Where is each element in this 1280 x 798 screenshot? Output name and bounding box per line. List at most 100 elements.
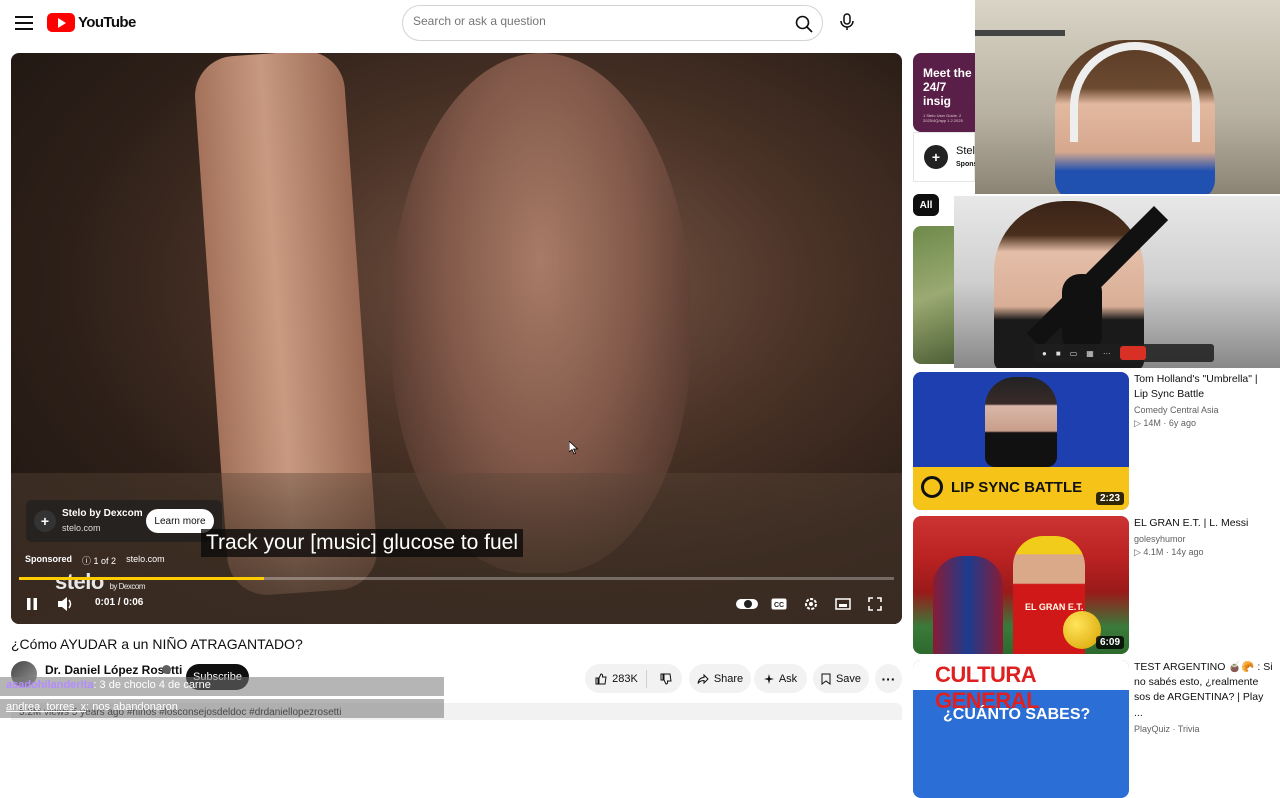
share-icon [697,673,709,684]
mic-icon [840,13,854,30]
call-toolbar[interactable]: ● ■ ▭ ▦ ··· [1034,344,1214,362]
grid-icon[interactable]: ▦ [1086,349,1094,358]
cc-icon: CC [771,598,787,610]
verified-icon [162,665,171,674]
rec-thumbnail-partial[interactable] [913,226,955,364]
rec-thumbnail[interactable]: EL GRAN E.T. 6:09 [913,516,1129,654]
chat-text: : 3 de choclo 4 de carne [93,679,211,691]
rec-title[interactable]: EL GRAN E.T. | L. Messi [1134,516,1274,531]
brand-watermark: stelo by Dexcom [55,569,145,594]
rec-info[interactable]: EL GRAN E.T. | L. Messi golesyhumor ▷ 4.… [1134,516,1274,558]
save-label: Save [835,672,862,685]
more-actions-button[interactable]: ··· [875,664,902,693]
video-title: ¿Cómo AYUDAR a un NIÑO ATRAGANTADO? [11,636,303,652]
theater-mode-button[interactable] [832,593,854,615]
theater-icon [835,598,851,610]
rec-info[interactable]: TEST ARGENTINO 🧉🥐 : Si no sabés esto, ¿r… [1134,660,1274,734]
top-bar: YouTube [0,0,975,46]
youtube-logo[interactable]: YouTube [47,12,136,32]
thumbnail-text: LIP SYNC BATTLE [951,479,1083,496]
ad-count: ⓘ 1 of 2 [82,556,117,566]
share-button[interactable]: Share [689,664,751,693]
menu-icon[interactable] [12,11,36,35]
advertiser-logo-icon: + [34,510,56,532]
sidebar-ad-banner[interactable]: Meet the 24/7 insig 1 Stelo User Guide. … [913,53,975,132]
advertiser-domain: stelo.com [62,523,101,533]
sidebar-ad-headline: Meet the 24/7 insig [923,66,972,108]
sponsored-label: Sponsored [25,554,73,564]
chat-message: andrea_torres_x: nos abandonaron [0,699,444,718]
volume-button[interactable] [55,593,77,615]
thumbnail-person [933,556,1003,654]
rec-meta: ▷ 4.1M · 14y ago [1134,547,1204,558]
thumbs-down-icon [660,673,672,685]
webcam-overlay-call: ● ■ ▭ ▦ ··· [954,196,1280,368]
chat-message: asadohilanderita: 3 de choclo 4 de carne [0,677,444,696]
search-icon[interactable] [794,14,814,34]
sidebar-ad-brand: Stel [956,145,975,157]
youtube-play-icon [47,12,75,32]
like-button[interactable]: 283K [587,669,647,688]
rec-channel[interactable]: PlayQuiz · Trivia [1134,724,1274,734]
sparkle-icon [763,673,774,684]
sidebar-ad-info[interactable]: + Stel Spons [913,132,977,182]
rec-channel[interactable]: golesyhumor [1134,534,1274,544]
sponsored-row: Sponsored ⓘ 1 of 2 stelo.com [25,554,165,567]
settings-button[interactable] [800,593,822,615]
mute-icon[interactable]: ● [1042,349,1047,358]
fullscreen-button[interactable] [864,593,886,615]
filter-chip-all[interactable]: All [913,194,939,216]
rec-info[interactable]: Tom Holland's "Umbrella" | Lip Sync Batt… [1134,372,1274,429]
thumbnail-person [985,377,1057,467]
gear-icon [805,598,817,610]
duration-badge: 6:09 [1095,636,1124,649]
like-dislike-group: 283K [585,664,682,693]
caption-text: Track your [music] glucose to fuel [201,529,524,557]
ask-label: Ask [778,672,798,685]
video-player[interactable]: + Stelo by Dexcom stelo.com Learn more S… [11,53,902,624]
comedy-central-icon [921,476,943,498]
progress-fill [19,577,264,580]
rec-thumbnail[interactable]: CULTURA GENERAL ¿CUÁNTO SABES? [913,660,1129,798]
pause-icon [27,598,37,610]
dislike-button[interactable] [652,673,680,685]
shelf [975,30,1065,36]
rec-title[interactable]: TEST ARGENTINO 🧉🥐 : Si no sabés esto, ¿r… [1134,660,1274,721]
like-count: 283K [612,672,638,685]
rec-thumbnail[interactable]: LIP SYNC BATTLE 2:23 [913,372,1129,510]
autoplay-toggle[interactable] [735,593,759,615]
bookmark-icon [821,673,831,685]
advertiser-name: Stelo by Dexcom [62,508,143,519]
voice-search-button[interactable] [831,6,863,38]
time-display: 0:01 / 0:06 [95,597,144,608]
svg-text:CC: CC [774,602,784,609]
more-icon[interactable]: ··· [1103,349,1111,358]
rec-channel[interactable]: Comedy Central Asia [1134,405,1274,415]
captions-button[interactable]: CC [768,593,790,615]
ask-button[interactable]: Ask [754,664,807,693]
search-box[interactable] [402,5,823,41]
thumbnail-text: EL GRAN E.T. [1025,602,1084,612]
thumbnail-subtext: ¿CUÁNTO SABES? [943,706,1091,723]
rec-meta: ▷ 14M · 6y ago [1134,418,1196,429]
end-call-button[interactable] [1119,346,1146,360]
ad-card[interactable]: + Stelo by Dexcom stelo.com Learn more [26,500,222,542]
more-icon: ··· [881,670,896,687]
sponsored-domain[interactable]: stelo.com [126,554,165,567]
advertiser-logo-icon: + [924,145,948,169]
save-button[interactable]: Save [813,664,869,693]
mouse-cursor-icon [569,441,579,455]
rec-title[interactable]: Tom Holland's "Umbrella" | Lip Sync Batt… [1134,372,1274,402]
chat-icon[interactable]: ▭ [1070,349,1078,358]
search-input[interactable] [413,14,773,28]
progress-bar[interactable] [19,577,894,580]
duration-badge: 2:23 [1095,492,1124,505]
webcam-overlay-streamer [975,0,1280,194]
pause-button[interactable] [21,593,43,615]
share-label: Share [713,672,744,685]
camera-icon[interactable]: ■ [1056,349,1061,358]
fullscreen-icon [868,597,882,611]
logo-text: YouTube [78,13,136,31]
sidebar-ad-fineprint: 1 Stelo User Guide. 2 2025/4Q/app 1.2.20… [923,113,963,123]
volume-icon [58,597,72,611]
